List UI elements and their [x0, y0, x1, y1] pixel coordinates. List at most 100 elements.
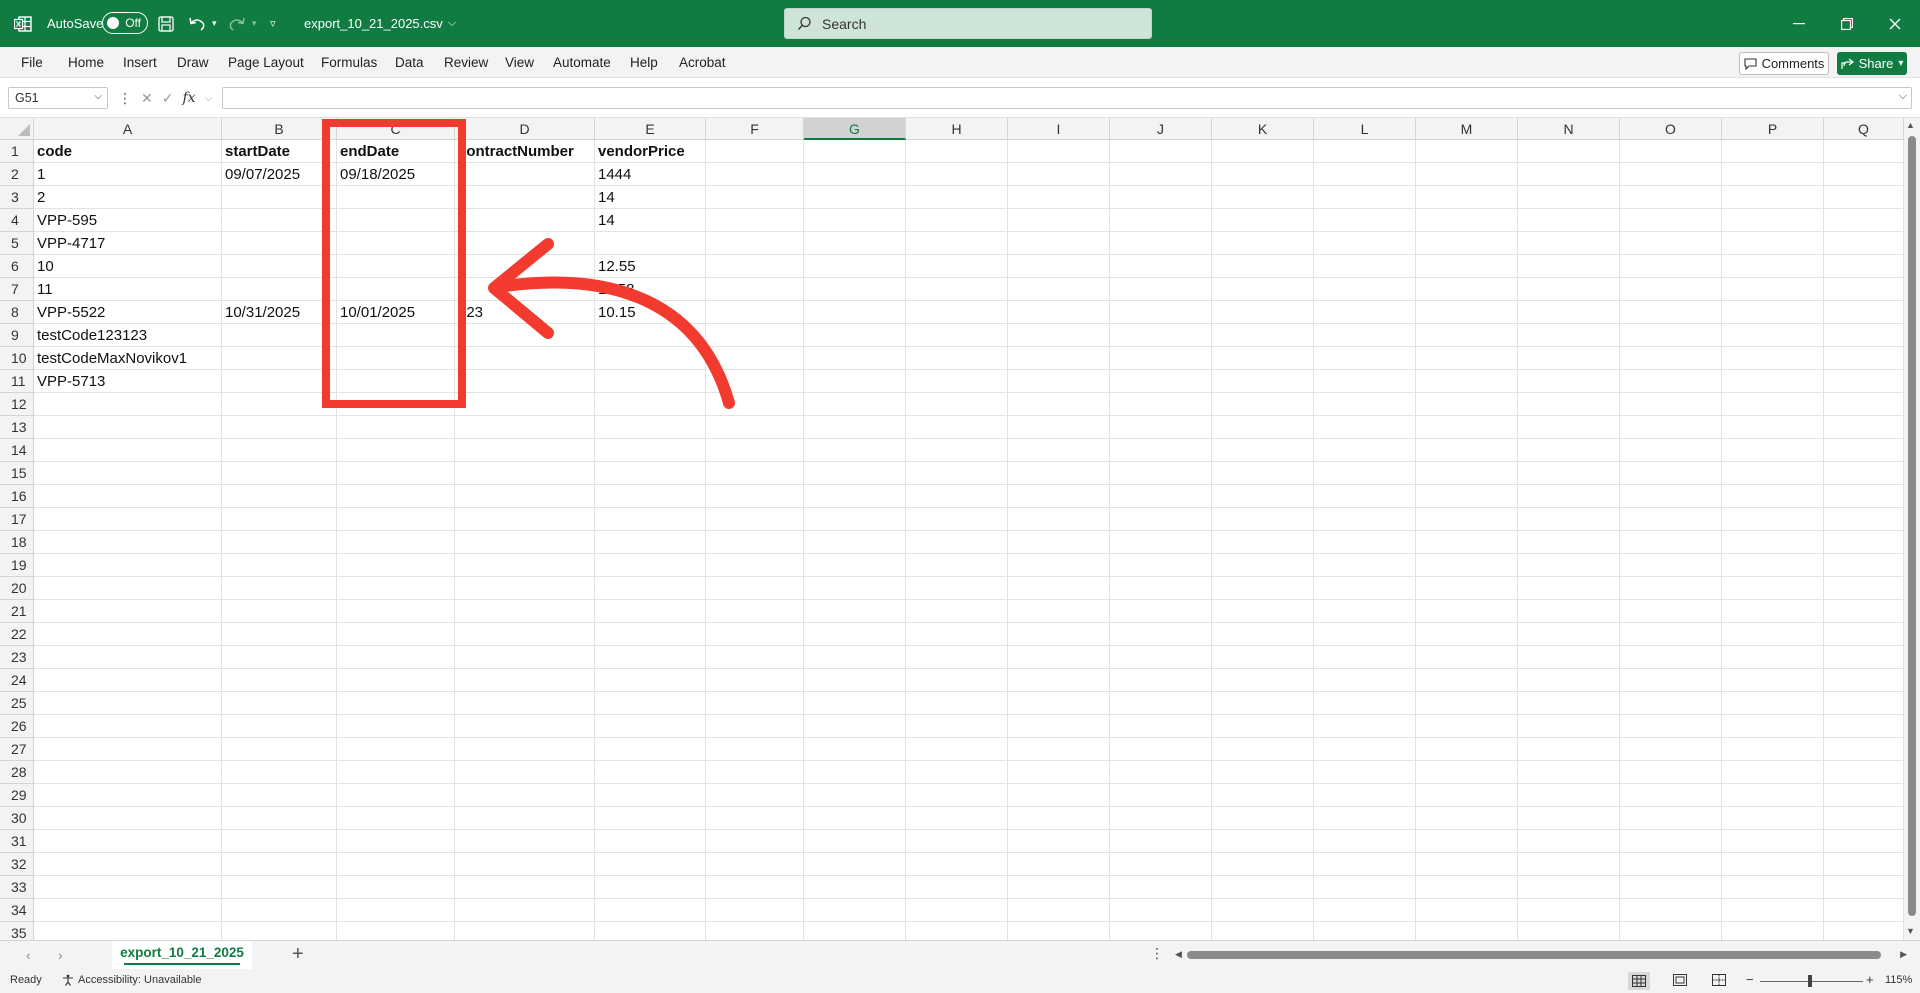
table-cell[interactable]: 10/31/2025 [222, 301, 337, 324]
tab-formulas[interactable]: Formulas [321, 47, 377, 78]
column-title-cell[interactable]: endDate [337, 140, 455, 163]
close-button[interactable] [1872, 0, 1918, 47]
next-sheet-icon[interactable]: › [58, 947, 63, 963]
zoom-out-icon[interactable]: − [1746, 972, 1754, 987]
table-cell[interactable]: 2 [34, 186, 222, 209]
table-cell[interactable]: 14 [595, 186, 706, 209]
prev-sheet-icon[interactable]: ‹ [26, 947, 31, 963]
column-header-i[interactable]: I [1008, 118, 1110, 140]
row-header-19[interactable]: 19 [0, 554, 34, 577]
column-header-f[interactable]: F [706, 118, 804, 140]
select-all-corner[interactable] [0, 118, 34, 140]
redo-dropdown-icon[interactable]: ▾ [252, 0, 257, 47]
tab-automate[interactable]: Automate [553, 47, 611, 78]
row-header-11[interactable]: 11 [0, 370, 34, 393]
table-cell[interactable]: testCodeMaxNovikov1 [34, 347, 222, 370]
insert-function-icon[interactable]: fx [182, 90, 195, 106]
column-header-m[interactable]: M [1416, 118, 1518, 140]
column-header-e[interactable]: E [595, 118, 706, 140]
scroll-left-icon[interactable]: ◀ [1175, 949, 1182, 960]
column-header-d[interactable]: D [455, 118, 595, 140]
table-cell[interactable]: VPP-595 [34, 209, 222, 232]
search-box[interactable]: Search [784, 8, 1152, 39]
undo-dropdown-icon[interactable]: ▾ [212, 0, 217, 47]
formula-input[interactable]: ⌵ [222, 87, 1912, 109]
table-cell[interactable]: testCode123123 [34, 324, 222, 347]
redo-icon[interactable] [228, 0, 246, 47]
zoom-slider-thumb[interactable] [1808, 975, 1812, 987]
save-icon[interactable] [158, 0, 174, 47]
tab-page-layout[interactable]: Page Layout [228, 47, 304, 78]
table-cell[interactable]: 14 [595, 209, 706, 232]
row-header-34[interactable]: 34 [0, 899, 34, 922]
row-header-18[interactable]: 18 [0, 531, 34, 554]
zoom-level[interactable]: 115% [1885, 974, 1912, 986]
row-header-9[interactable]: 9 [0, 324, 34, 347]
row-header-5[interactable]: 5 [0, 232, 34, 255]
row-header-6[interactable]: 6 [0, 255, 34, 278]
zoom-in-icon[interactable]: + [1866, 972, 1874, 987]
table-cell[interactable]: 09/18/2025 [337, 163, 455, 186]
row-header-17[interactable]: 17 [0, 508, 34, 531]
row-header-4[interactable]: 4 [0, 209, 34, 232]
enter-icon[interactable]: ✓ [162, 90, 174, 107]
horizontal-scroll-thumb[interactable] [1187, 951, 1881, 959]
row-header-15[interactable]: 15 [0, 462, 34, 485]
minimize-button[interactable] [1776, 0, 1822, 47]
row-header-16[interactable]: 16 [0, 485, 34, 508]
table-cell[interactable]: VPP-5522 [34, 301, 222, 324]
more-options-icon[interactable]: ⋮ [118, 90, 132, 107]
sheet-tab[interactable]: export_10_21_2025 [112, 941, 252, 969]
tab-review[interactable]: Review [444, 47, 488, 78]
comments-button[interactable]: Comments [1739, 52, 1829, 75]
row-header-35[interactable]: 35 [0, 922, 34, 940]
row-header-23[interactable]: 23 [0, 646, 34, 669]
vertical-scrollbar[interactable]: ▲ ▼ [1904, 118, 1920, 940]
row-header-33[interactable]: 33 [0, 876, 34, 899]
column-header-a[interactable]: A [34, 118, 222, 140]
page-break-view-icon[interactable] [1712, 974, 1726, 989]
column-title-cell[interactable]: contractNumber [455, 140, 595, 163]
tab-insert[interactable]: Insert [123, 47, 157, 78]
row-header-27[interactable]: 27 [0, 738, 34, 761]
customize-toolbar-icon[interactable]: ▿ [270, 0, 276, 47]
restore-button[interactable] [1824, 0, 1870, 47]
table-cell[interactable]: 12.55 [595, 255, 706, 278]
column-header-q[interactable]: Q [1824, 118, 1904, 140]
table-cell[interactable]: 10.15 [595, 301, 706, 324]
more-options-icon[interactable]: ⋮ [1150, 945, 1164, 962]
column-header-c[interactable]: C [337, 118, 455, 140]
tab-draw[interactable]: Draw [177, 47, 209, 78]
row-header-12[interactable]: 12 [0, 393, 34, 416]
table-cell[interactable]: 09/07/2025 [222, 163, 337, 186]
scroll-right-icon[interactable]: ▶ [1900, 949, 1907, 960]
expand-formula-icon[interactable]: ⌵ [1899, 90, 1907, 103]
table-cell[interactable]: 11.58 [595, 278, 706, 301]
row-header-28[interactable]: 28 [0, 761, 34, 784]
vertical-scroll-thumb[interactable] [1908, 136, 1916, 916]
table-cell[interactable]: 11 [34, 278, 222, 301]
row-header-24[interactable]: 24 [0, 669, 34, 692]
name-box[interactable]: G51 ⌵ [8, 87, 108, 109]
table-cell[interactable]: 123 [455, 301, 595, 324]
row-header-7[interactable]: 7 [0, 278, 34, 301]
chevron-down-icon[interactable]: ⌵ [205, 93, 213, 104]
cancel-icon[interactable]: ✕ [141, 90, 153, 107]
scroll-down-icon[interactable]: ▼ [1906, 926, 1915, 936]
column-header-k[interactable]: K [1212, 118, 1314, 140]
file-name-dropdown[interactable]: export_10_21_2025.csv ⌵ [304, 0, 456, 47]
scroll-up-icon[interactable]: ▲ [1906, 120, 1915, 130]
row-header-14[interactable]: 14 [0, 439, 34, 462]
row-header-8[interactable]: 8 [0, 301, 34, 324]
row-header-21[interactable]: 21 [0, 600, 34, 623]
row-header-25[interactable]: 25 [0, 692, 34, 715]
column-title-cell[interactable]: code [34, 140, 222, 163]
tab-view[interactable]: View [505, 47, 534, 78]
column-header-g[interactable]: G [804, 118, 906, 140]
undo-icon[interactable] [188, 0, 206, 47]
column-header-n[interactable]: N [1518, 118, 1620, 140]
table-cell[interactable]: VPP-4717 [34, 232, 222, 255]
row-header-26[interactable]: 26 [0, 715, 34, 738]
column-header-p[interactable]: P [1722, 118, 1824, 140]
tab-acrobat[interactable]: Acrobat [679, 47, 726, 78]
